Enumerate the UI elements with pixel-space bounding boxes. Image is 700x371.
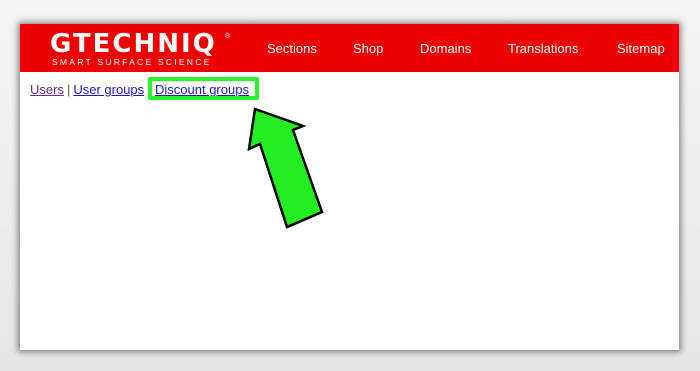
green-arrow-icon [247,107,324,229]
